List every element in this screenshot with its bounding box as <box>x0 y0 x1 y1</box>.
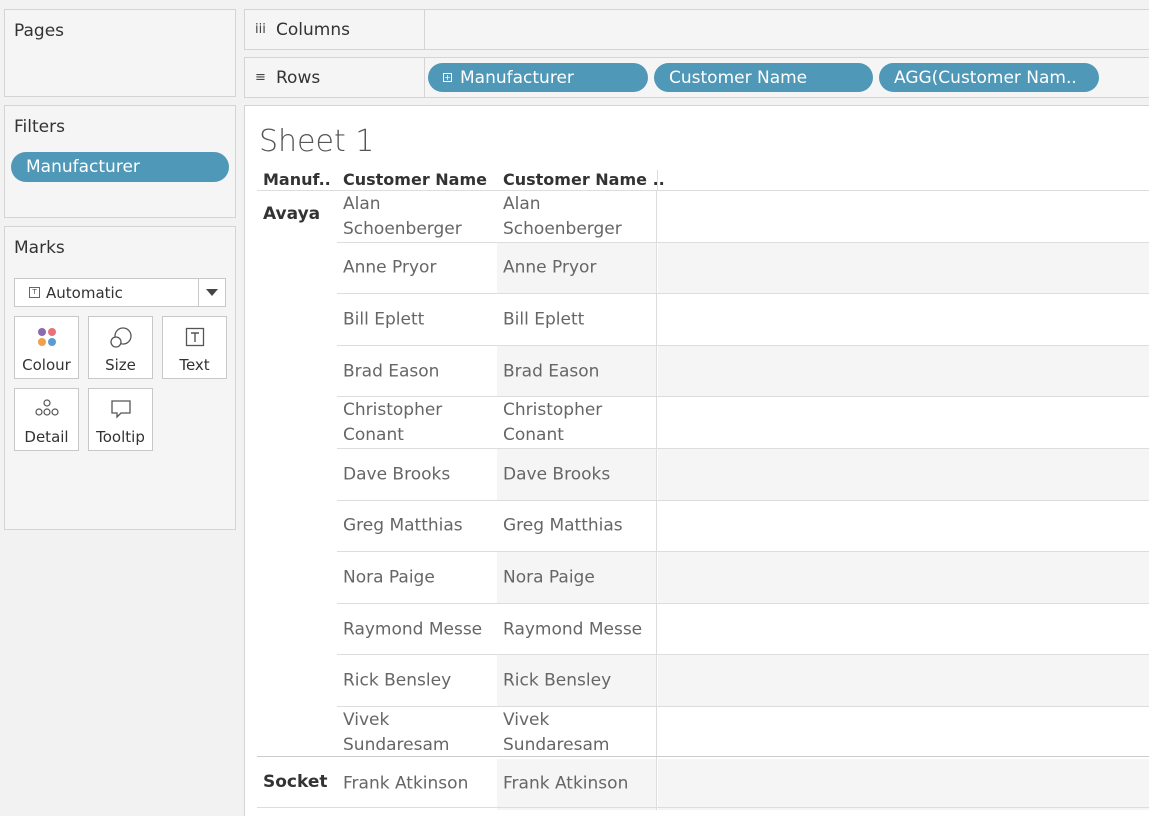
marks-panel[interactable]: Marks T Automatic Colour Size Text Detai… <box>4 226 236 530</box>
size-icon <box>109 327 132 348</box>
cell-customer-name[interactable]: Nora Paige <box>343 565 493 590</box>
cell-customer-name[interactable]: Bill Eplett <box>343 307 493 332</box>
table-row[interactable]: Christopher Conant Christopher Conant <box>245 397 1149 449</box>
cell-agg-customer-name[interactable]: Dave Brooks <box>503 462 653 487</box>
table-row[interactable]: Vivek Sundaresam Vivek Sundaresam <box>245 706 1149 759</box>
detail-card[interactable]: Detail <box>14 388 79 451</box>
table-row[interactable]: Nora Paige Nora Paige <box>245 552 1149 604</box>
pages-title: Pages <box>14 21 65 41</box>
cell-agg-customer-name[interactable]: Raymond Messe <box>503 617 653 642</box>
table-row[interactable]: Rick Bensley Rick Bensley <box>245 655 1149 707</box>
filters-panel[interactable]: Filters Manufacturer <box>4 105 236 218</box>
colour-icon <box>37 328 56 346</box>
rows-label: Rows <box>276 67 321 88</box>
cell-agg-customer-name[interactable]: Christopher Conant <box>503 398 653 448</box>
filter-pill-manufacturer[interactable]: Manufacturer <box>11 152 229 182</box>
cell-agg-customer-name[interactable]: Alan Schoenberger <box>503 192 653 242</box>
cell-customer-name[interactable]: Alan Schoenberger <box>343 192 493 242</box>
group-divider <box>257 756 1149 757</box>
colour-card[interactable]: Colour <box>14 316 79 379</box>
filters-title: Filters <box>14 117 65 137</box>
cell-customer-name[interactable]: Raymond Messe <box>343 617 493 642</box>
tooltip-icon <box>110 400 131 419</box>
column-header-agg-customer-name[interactable]: Customer Name .. <box>503 170 665 189</box>
table-row[interactable]: Raymond Messe Raymond Messe <box>245 603 1149 656</box>
cell-customer-name[interactable]: Brad Eason <box>343 359 493 384</box>
size-label: Size <box>105 356 136 374</box>
colour-label: Colour <box>22 356 71 374</box>
cell-agg-customer-name[interactable]: Brad Eason <box>503 359 653 384</box>
column-header-customer-name[interactable]: Customer Name <box>343 170 487 189</box>
sheet-title: Sheet 1 <box>259 124 375 159</box>
cell-customer-name[interactable]: Anne Pryor <box>343 256 493 281</box>
text-mark-icon: T <box>29 287 40 298</box>
rows-pill-agg-customer-name[interactable]: AGG(Customer Nam.. <box>879 63 1099 92</box>
cell-customer-name[interactable]: Frank Atkinson <box>343 772 493 797</box>
cell-agg-customer-name[interactable]: Bill Eplett <box>503 307 653 332</box>
cell-customer-name[interactable]: Greg Matthias <box>343 514 493 539</box>
header-divider <box>657 170 658 190</box>
expand-icon[interactable]: + <box>443 73 452 82</box>
columns-drop-area[interactable] <box>426 10 1149 49</box>
rows-shelf-label: ≡ Rows <box>245 58 425 97</box>
detail-label: Detail <box>24 428 69 446</box>
table-row[interactable]: Greg Matthias Greg Matthias <box>245 500 1149 553</box>
columns-shelf-label: iii Columns <box>245 10 425 49</box>
column-header-manufacturer[interactable]: Manuf.. <box>263 170 331 189</box>
text-icon <box>185 327 204 347</box>
table-row[interactable]: Anne Pryor Anne Pryor <box>245 242 1149 295</box>
table-row[interactable]: Dave Brooks Dave Brooks <box>245 448 1149 501</box>
chevron-down-icon[interactable] <box>198 279 225 306</box>
table-bottom-border <box>257 807 1149 808</box>
detail-icon <box>34 399 59 416</box>
rows-pill-manufacturer[interactable]: + Manufacturer <box>428 63 648 92</box>
cell-agg-customer-name[interactable]: Greg Matthias <box>503 514 653 539</box>
tooltip-card[interactable]: Tooltip <box>88 388 153 451</box>
rows-pill-customer-name[interactable]: Customer Name <box>654 63 873 92</box>
mark-type-label: Automatic <box>46 283 123 302</box>
size-card[interactable]: Size <box>88 316 153 379</box>
columns-label: Columns <box>276 19 350 40</box>
cell-agg-customer-name[interactable]: Vivek Sundaresam <box>503 708 653 758</box>
cell-agg-customer-name[interactable]: Anne Pryor <box>503 256 653 281</box>
cell-agg-customer-name[interactable]: Frank Atkinson <box>503 772 653 797</box>
tooltip-label: Tooltip <box>96 428 145 446</box>
marks-title: Marks <box>14 238 65 258</box>
table-row[interactable]: Alan Schoenberger Alan Schoenberger <box>245 191 1149 243</box>
columns-shelf[interactable]: iii Columns <box>244 9 1149 50</box>
pages-panel[interactable]: Pages <box>4 9 236 97</box>
rows-shelf[interactable]: ≡ Rows + Manufacturer Customer Name AGG(… <box>244 57 1149 98</box>
worksheet-canvas[interactable]: Sheet 1 Manuf.. Customer Name Customer N… <box>244 105 1149 816</box>
rows-icon: ≡ <box>255 70 266 85</box>
cell-customer-name[interactable]: Christopher Conant <box>343 398 493 448</box>
rows-pill-label: Manufacturer <box>460 67 574 88</box>
mark-type-dropdown[interactable]: T Automatic <box>14 278 226 307</box>
cell-customer-name[interactable]: Rick Bensley <box>343 669 493 694</box>
table-row[interactable]: Brad Eason Brad Eason <box>245 345 1149 398</box>
cell-agg-customer-name[interactable]: Rick Bensley <box>503 669 653 694</box>
table-row[interactable]: Bill Eplett Bill Eplett <box>245 294 1149 346</box>
table-body: Alan Schoenberger Alan Schoenberger Anne… <box>245 191 1149 811</box>
columns-icon: iii <box>255 22 266 37</box>
cell-agg-customer-name[interactable]: Nora Paige <box>503 565 653 590</box>
text-label: Text <box>179 356 210 374</box>
table-row[interactable]: Frank Atkinson Frank Atkinson <box>245 758 1149 811</box>
cell-customer-name[interactable]: Vivek Sundaresam <box>343 708 493 758</box>
text-card[interactable]: Text <box>162 316 227 379</box>
cell-customer-name[interactable]: Dave Brooks <box>343 462 493 487</box>
